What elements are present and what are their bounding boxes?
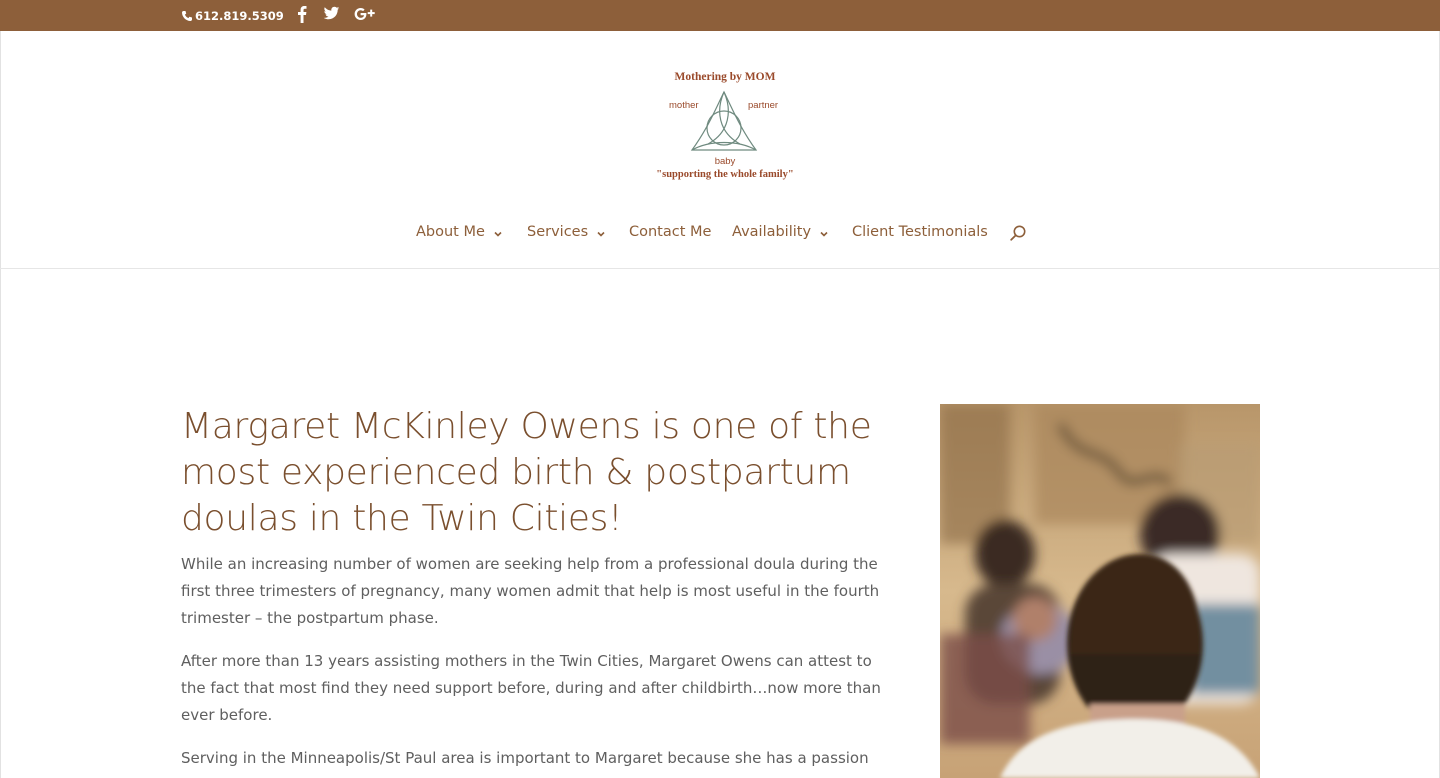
phone-label: 612.819.5309 bbox=[195, 9, 284, 23]
logo-tagline: "supporting the whole family" bbox=[656, 169, 794, 180]
facebook-icon bbox=[297, 5, 307, 28]
nav-item-label: Client Testimonials bbox=[852, 224, 988, 240]
nav-item-label: Availability bbox=[732, 224, 812, 240]
doula-photo bbox=[940, 404, 1260, 778]
logo-title: Mothering by MOM bbox=[674, 71, 776, 83]
top-bar: 612.819.5309 bbox=[0, 0, 1440, 31]
twitter-icon bbox=[323, 5, 340, 27]
chevron-down-icon bbox=[596, 227, 606, 237]
nav-item-about-me[interactable]: About Me bbox=[416, 224, 503, 240]
nav-item-availability[interactable]: Availability bbox=[732, 224, 829, 240]
page-frame-left bbox=[0, 31, 1, 778]
chevron-down-icon bbox=[819, 227, 829, 237]
main-nav: About Me Services Contact Me Availabilit… bbox=[0, 224, 1440, 244]
facebook-link[interactable] bbox=[297, 5, 307, 28]
search-icon[interactable] bbox=[1009, 224, 1027, 242]
header-divider bbox=[0, 268, 1440, 269]
google-plus-link[interactable] bbox=[353, 5, 377, 28]
google-plus-icon bbox=[353, 5, 377, 28]
phone-number[interactable]: 612.819.5309 bbox=[181, 9, 284, 23]
nav-item-client-testimonials[interactable]: Client Testimonials bbox=[852, 224, 988, 240]
trinity-knot-icon bbox=[690, 90, 758, 151]
page-headline: Margaret McKinley Owens is one of the mo… bbox=[181, 406, 872, 539]
service-area-paragraph: Serving in the Minneapolis/St Paul area … bbox=[181, 749, 869, 778]
logo-word-baby: baby bbox=[714, 156, 736, 167]
phone-icon bbox=[181, 10, 193, 22]
nav-item-label: Services bbox=[527, 224, 589, 240]
nav-item-services[interactable]: Services bbox=[527, 224, 606, 240]
nav-item-contact-me[interactable]: Contact Me bbox=[629, 224, 711, 240]
chevron-down-icon bbox=[493, 227, 503, 237]
intro-paragraph: While an increasing number of women are … bbox=[181, 555, 880, 627]
experience-paragraph: After more than 13 years assisting mothe… bbox=[181, 652, 881, 724]
twitter-link[interactable] bbox=[323, 5, 340, 27]
nav-item-label: Contact Me bbox=[629, 224, 712, 240]
nav-item-label: About Me bbox=[416, 224, 485, 240]
site-logo[interactable]: Mothering by MOM mother partner baby "su… bbox=[648, 66, 802, 188]
